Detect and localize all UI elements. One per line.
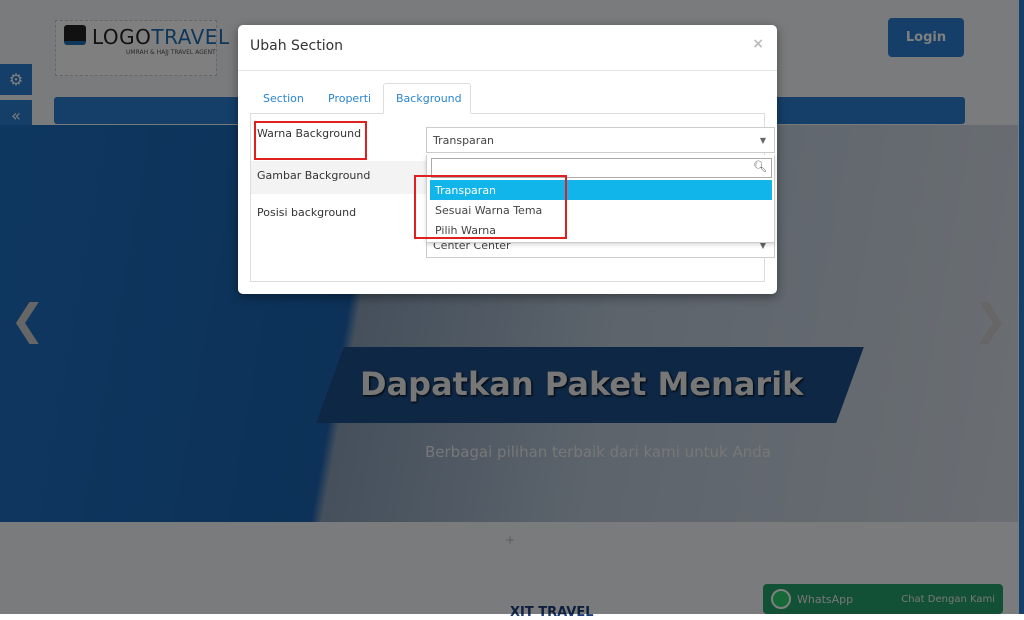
tab-background[interactable]: Background [383,83,471,114]
posisi-background-label: Posisi background [257,206,357,219]
annotation-highlight-options [414,175,567,239]
tab-section[interactable]: Section [251,83,316,114]
gambar-background-label: Gambar Background [257,169,371,182]
caret-down-icon: ▼ [759,136,766,145]
search-icon: 🔍︎ [753,160,767,173]
close-icon[interactable]: × [752,36,764,52]
tab-properti[interactable]: Properti [316,83,383,114]
annotation-highlight-label [254,121,367,160]
modal-title: Ubah Section [250,38,344,54]
warna-background-select[interactable]: Transparan ▼ [426,127,775,153]
warna-value: Transparan [433,134,495,147]
divider [238,70,777,71]
